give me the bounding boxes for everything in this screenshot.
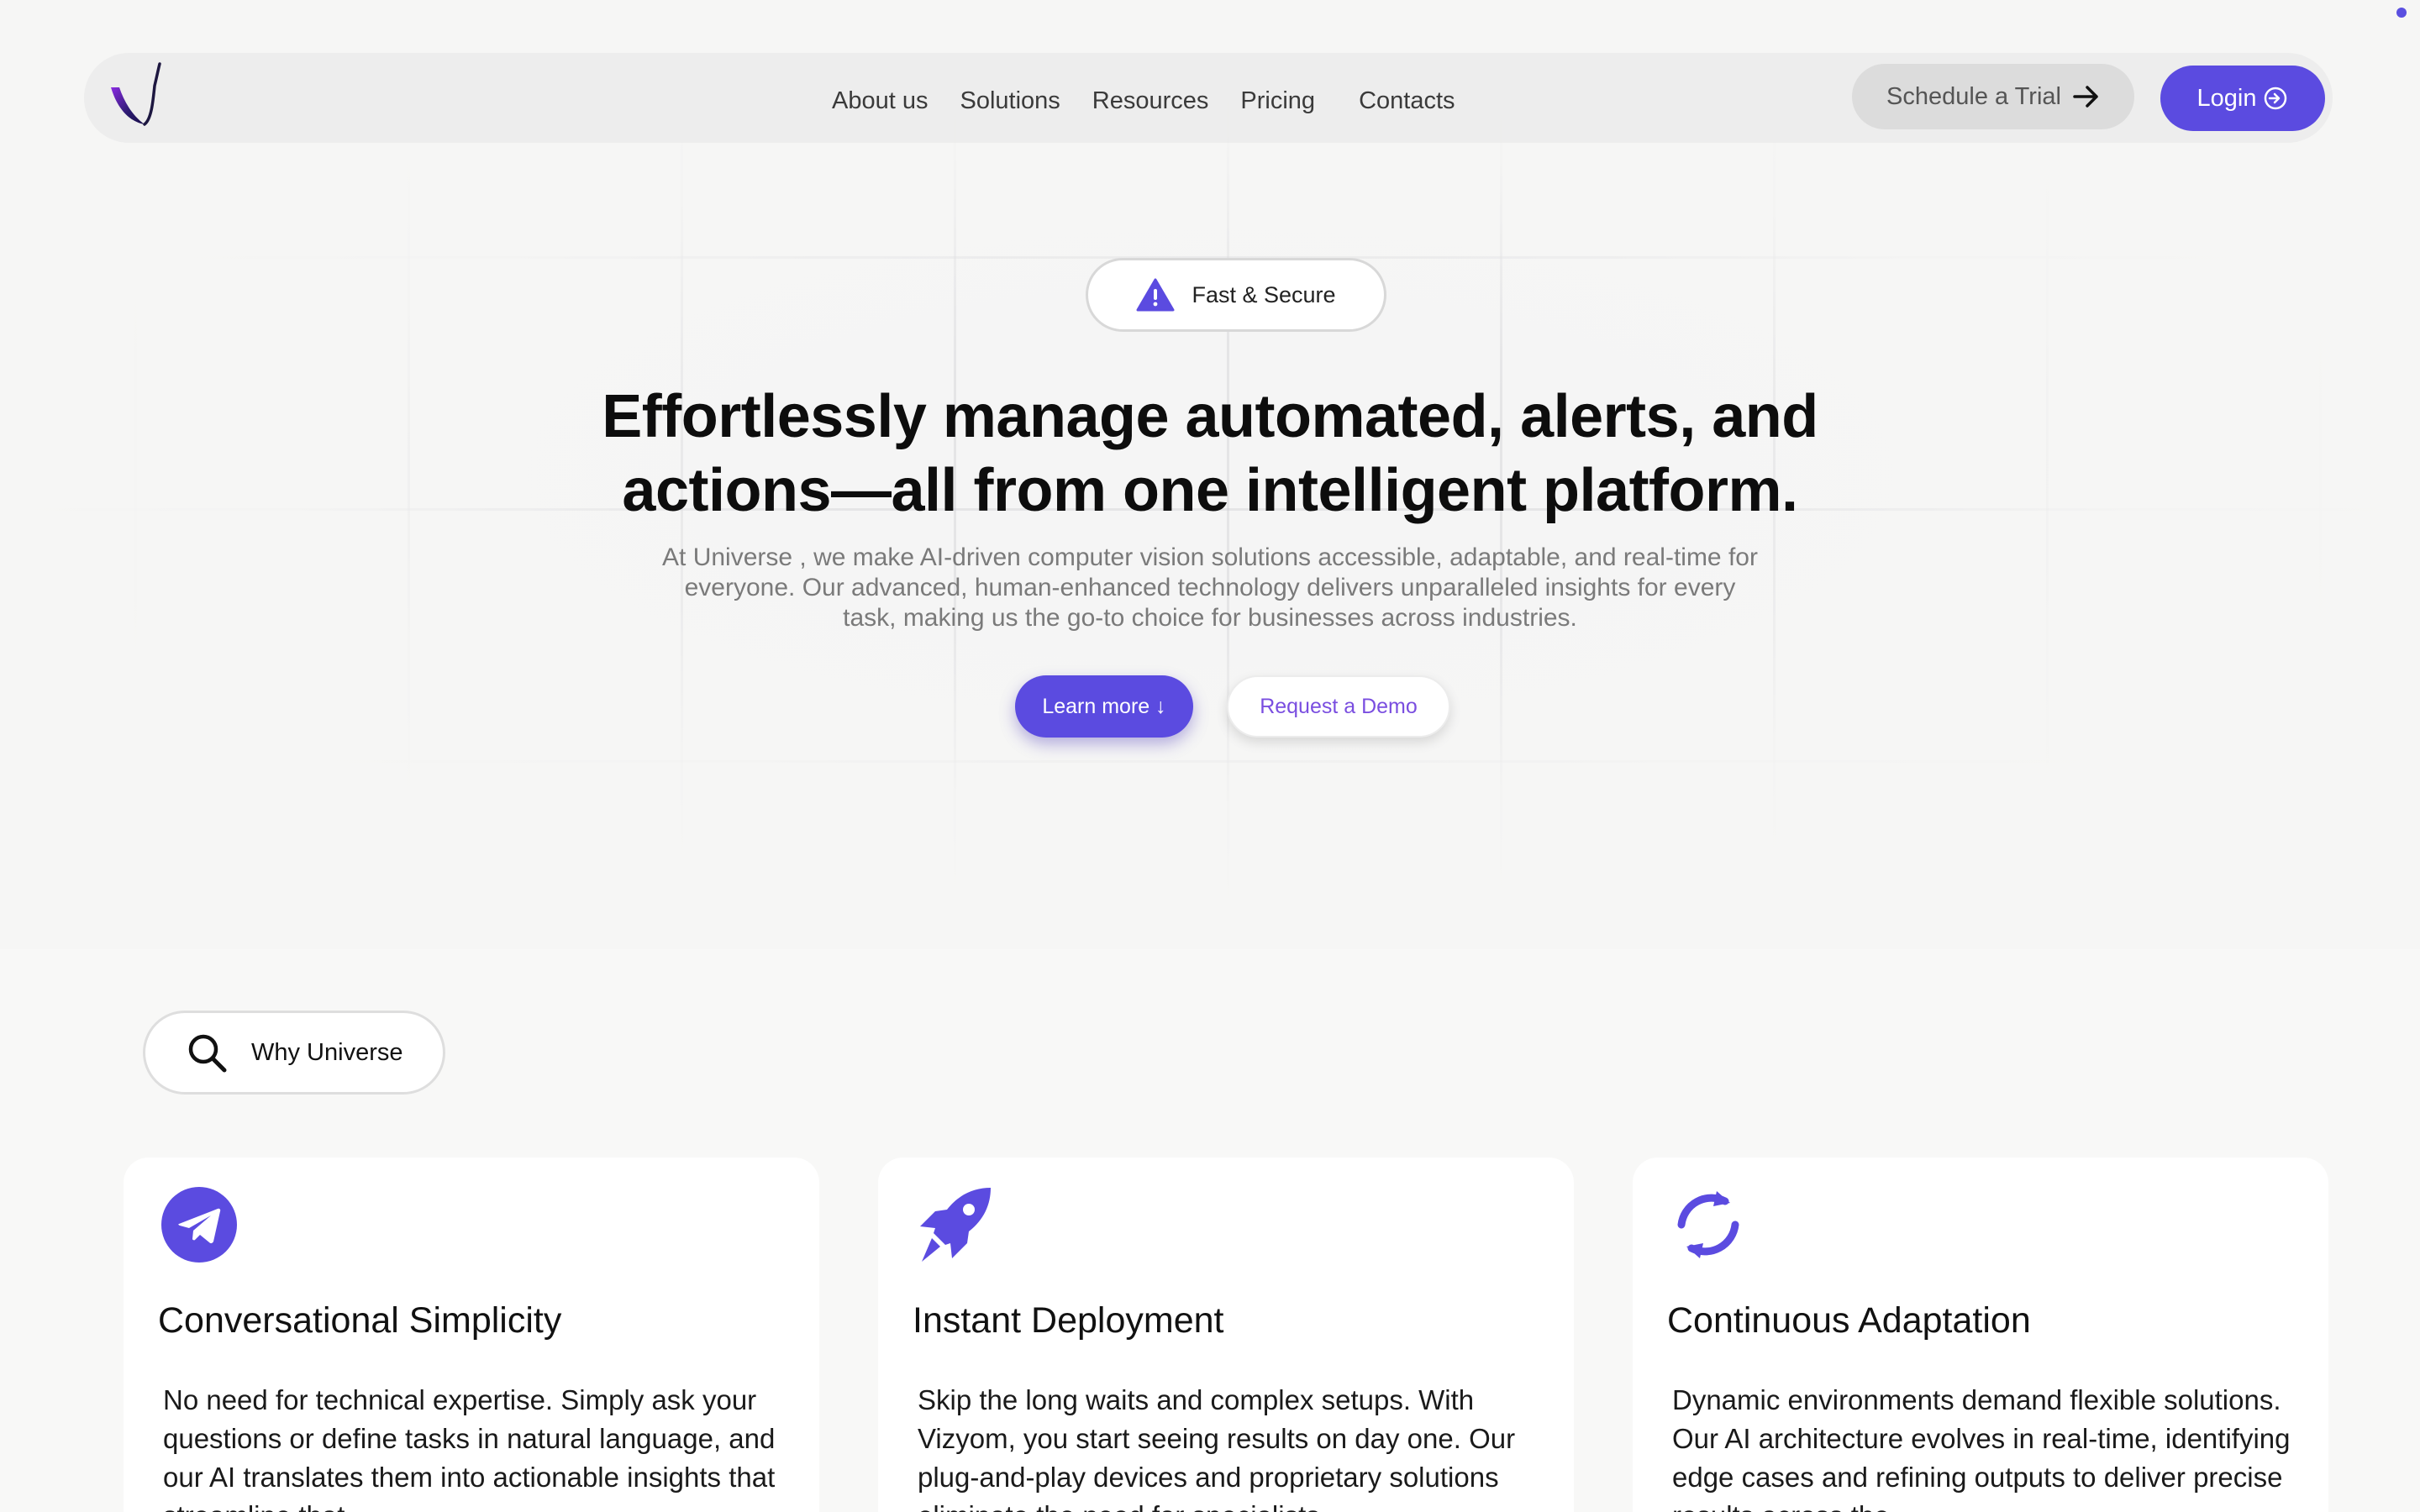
fast-secure-badge: Fast & Secure [1086,258,1386,332]
nav-link-about[interactable]: About us [832,87,928,115]
hero-headline: Effortlessly manage automated, alerts, a… [454,380,1966,528]
badge-label: Fast & Secure [1192,281,1336,307]
status-dot [2396,8,2407,18]
feature-description: No need for technical expertise. Simply … [163,1384,776,1512]
nav-link-pricing[interactable]: Pricing [1240,87,1315,115]
hero-subtext: At Universe , we make AI-driven computer… [662,543,1758,632]
headline-line-2: actions—all from one intelligent platfor… [622,457,1798,524]
login-button[interactable]: Login [2160,66,2325,131]
feature-description: Dynamic environments demand flexible sol… [1672,1384,2291,1512]
arrow-right-icon [2073,86,2098,108]
headline-line-1: Effortlessly manage automated, alerts, a… [602,383,1818,450]
why-universe-pill[interactable]: Why Universe [143,1011,445,1095]
warning-icon [1136,278,1175,312]
universe-logo[interactable] [108,60,175,128]
login-icon [2265,87,2287,110]
request-demo-button[interactable]: Request a Demo [1227,675,1450,738]
sync-icon [1677,1191,1739,1258]
feature-title: Instant Deployment [913,1300,1224,1341]
feature-card-conversational: Conversational Simplicity No need for te… [124,1158,819,1512]
login-label: Login [2196,84,2257,112]
nav-link-contacts[interactable]: Contacts [1359,87,1455,115]
nav-link-resources[interactable]: Resources [1092,87,1209,115]
nav-links: About us Solutions Resources Pricing Con… [832,84,1455,118]
feature-description: Skip the long waits and complex setups. … [918,1384,1516,1512]
learn-more-button[interactable]: Learn more ↓ [1015,675,1193,738]
search-icon [188,1034,227,1073]
feature-card-deployment: Instant Deployment Skip the long waits a… [878,1158,1574,1512]
telegram-icon [161,1187,237,1263]
feature-title: Conversational Simplicity [158,1300,562,1341]
schedule-trial-button[interactable]: Schedule a Trial [1852,64,2134,129]
feature-title: Continuous Adaptation [1667,1300,2031,1341]
schedule-trial-label: Schedule a Trial [1886,82,2061,110]
why-universe-label: Why Universe [251,1038,403,1066]
rocket-icon [920,1188,991,1262]
nav-link-solutions[interactable]: Solutions [960,87,1060,115]
feature-card-adaptation: Continuous Adaptation Dynamic environmen… [1633,1158,2328,1512]
